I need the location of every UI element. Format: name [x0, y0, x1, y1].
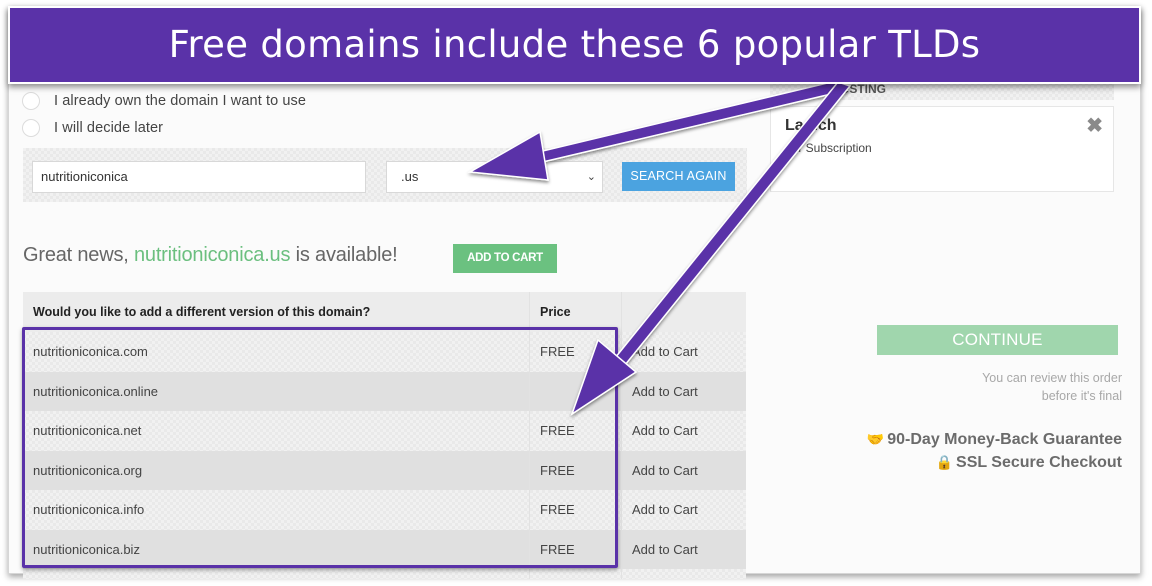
row-domain: nutritioniconica.org — [33, 462, 143, 478]
row-price: FREE — [529, 450, 621, 490]
annotation-banner: Free domains include these 6 popular TLD… — [8, 6, 1141, 84]
availability-message: Great news, nutritioniconica.us is avail… — [23, 244, 398, 267]
table-row: nutritioniconica.net FREE Add to Cart — [23, 411, 746, 451]
handshake-icon: 🤝 — [866, 431, 885, 447]
row-domain: nutritioniconica.com — [33, 344, 148, 360]
row-domain: nutritioniconica.info — [33, 502, 145, 518]
review-note-line: You can review this order — [982, 371, 1122, 385]
hosting-plan-card: La nch ear Subscription ✖ — [770, 106, 1114, 192]
table-header: Would you like to add a different versio… — [23, 292, 746, 332]
close-icon[interactable]: ✖ — [1086, 113, 1103, 138]
ssl-secure-checkout: 🔒 SSL Secure Checkout — [867, 451, 1122, 474]
money-back-guarantee: 🤝 90-Day Money-Back Guarantee — [867, 428, 1122, 451]
add-to-cart-link[interactable]: Add to Cart — [621, 529, 746, 569]
row-price: FREE — [529, 490, 621, 530]
row-domain: nutritioniconica.biz — [33, 541, 140, 557]
plan-subscription: ear Subscription — [785, 141, 872, 155]
add-to-cart-link[interactable]: Add to Cart — [621, 490, 746, 530]
row-price — [529, 371, 621, 411]
trust-badges: 🤝 90-Day Money-Back Guarantee 🔒 SSL Secure… — [867, 428, 1122, 474]
row-price: FREE — [529, 411, 621, 451]
row-domain: nutritioniconica.net — [33, 423, 142, 439]
tld-select[interactable]: .us ⌄ — [386, 161, 603, 193]
radio-own-domain[interactable]: I already own the domain I want to use — [22, 92, 306, 110]
table-row: nutritioniconica.com FREE Add to Cart — [23, 332, 746, 372]
radio-decide-later[interactable]: I will decide later — [22, 119, 163, 137]
header-action — [621, 292, 746, 332]
add-to-cart-button[interactable]: ADD TO CART — [453, 244, 557, 273]
review-note: You can review this order before it's fi… — [922, 369, 1122, 405]
available-domain: nutritioniconica.us — [133, 244, 291, 266]
review-note-line: before it's final — [1041, 389, 1122, 403]
radio-label: I will decide later — [54, 120, 164, 136]
domain-versions-table: Would you like to add a different versio… — [23, 292, 746, 579]
tld-selected-value: .us — [401, 169, 419, 184]
lock-icon: 🔒 — [935, 454, 954, 470]
header-price: Price — [529, 292, 621, 332]
table-row: nutritioniconica.info FREE Add to Cart — [23, 490, 746, 530]
chevron-down-icon: ⌄ — [586, 171, 596, 183]
add-to-cart-link[interactable]: Add to Cart — [621, 371, 746, 411]
table-row: nutritioniconica.online Add to Cart — [23, 371, 746, 411]
radio-label: I already own the domain I want to use — [54, 93, 307, 109]
add-to-cart-link[interactable]: Add to Cart — [621, 411, 746, 451]
secure-label: SSL Secure Checkout — [956, 454, 1122, 471]
header-domain: Would you like to add a different versio… — [33, 305, 371, 319]
domain-name-input[interactable]: nutritioniconica — [32, 161, 366, 193]
table-row: nutritioniconica.biz FREE Add to Cart — [23, 529, 746, 569]
table-row-partial — [23, 569, 746, 579]
row-price: FREE — [529, 332, 621, 372]
search-again-button[interactable]: SEARCH AGAIN — [622, 162, 735, 191]
radio-button[interactable] — [22, 119, 40, 137]
table-row: nutritioniconica.org FREE Add to Cart — [23, 450, 746, 490]
row-price: FREE — [529, 529, 621, 569]
plan-name: La nch — [785, 117, 837, 134]
radio-button[interactable] — [22, 92, 40, 110]
guarantee-label: 90-Day Money-Back Guarantee — [887, 431, 1122, 448]
availability-suffix: is available! — [290, 244, 398, 266]
hosting-header-label: OSTING — [840, 82, 887, 96]
add-to-cart-link[interactable]: Add to Cart — [621, 450, 746, 490]
add-to-cart-link[interactable]: Add to Cart — [621, 332, 746, 372]
row-domain: nutritioniconica.online — [33, 383, 159, 399]
availability-prefix: Great news, — [23, 244, 134, 266]
domain-search-panel: nutritioniconica .us ⌄ SEARCH AGAIN — [23, 148, 747, 202]
continue-button[interactable]: CONTINUE — [877, 325, 1118, 355]
